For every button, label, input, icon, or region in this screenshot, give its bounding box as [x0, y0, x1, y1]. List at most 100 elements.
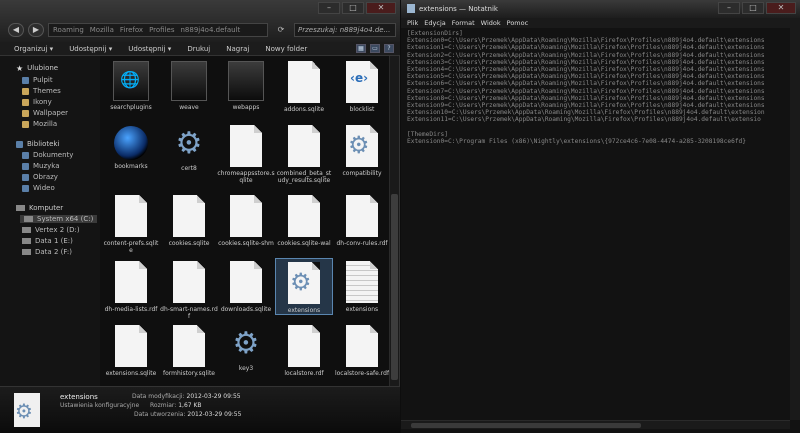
maximize-button[interactable]: □ — [342, 2, 364, 14]
file-item[interactable]: blocklist — [333, 58, 389, 113]
menu-widok[interactable]: Widok — [481, 18, 501, 28]
file-item[interactable]: content-prefs.sqlite — [102, 192, 160, 254]
breadcrumb-roaming[interactable]: Roaming — [53, 24, 84, 36]
file-item[interactable]: extensions — [275, 258, 333, 315]
file-icon — [230, 195, 262, 237]
share-button[interactable]: Udostępnij ▾ — [128, 45, 171, 53]
menu-plik[interactable]: Plik — [407, 18, 418, 28]
minimize-button[interactable]: – — [318, 2, 340, 14]
sidebar-item-drive-d[interactable]: Vertex 2 (D:) — [22, 226, 80, 234]
file-item[interactable]: bookmarks — [102, 122, 160, 170]
menu-format[interactable]: Format — [452, 18, 475, 28]
file-item[interactable]: localstore.rdf — [275, 322, 333, 377]
sidebar-item-themes[interactable]: Themes — [22, 87, 61, 95]
breadcrumb-mozilla[interactable]: Mozilla — [90, 24, 114, 36]
breadcrumb-profile[interactable]: n889j4o4.default — [180, 24, 240, 36]
file-label: dh-conv-rules.rdf — [336, 240, 388, 247]
file-item[interactable]: webapps — [217, 58, 275, 111]
sidebar-item-drive-f[interactable]: Data 2 (F:) — [22, 248, 72, 256]
file-icon — [173, 261, 205, 303]
close-button[interactable]: ✕ — [766, 2, 796, 14]
view-options-icon[interactable]: ▦ — [356, 44, 366, 53]
sidebar-libraries[interactable]: Biblioteki — [16, 140, 59, 148]
file-list-scrollbar[interactable] — [389, 56, 399, 386]
notepad-text-area[interactable]: [ExtensionDirs] Extension0=C:\Users\Prze… — [407, 30, 789, 418]
file-item[interactable]: localstore-safe.rdf — [333, 322, 389, 377]
file-item[interactable]: ⚙ key3 — [217, 322, 275, 372]
sidebar-item-muzyka[interactable]: Muzyka — [22, 162, 60, 170]
file-item[interactable]: downloads.sqlite — [217, 258, 275, 313]
help-icon[interactable]: ? — [384, 44, 394, 53]
sidebar-item-wideo[interactable]: Wideo — [22, 184, 55, 192]
file-item[interactable]: dh-conv-rules.rdf — [333, 192, 389, 247]
sidebar-item-mozilla[interactable]: Mozilla — [22, 120, 57, 128]
file-icon — [288, 61, 320, 103]
file-label: key3 — [238, 365, 254, 372]
sidebar-favorites[interactable]: ★ Ulubione — [16, 64, 58, 72]
sidebar-computer[interactable]: Komputer — [16, 204, 63, 212]
sidebar-item-drive-e[interactable]: Data 1 (E:) — [22, 237, 73, 245]
file-item[interactable]: combined_beta_study_results.sqlite — [275, 122, 333, 184]
file-icon — [115, 195, 147, 237]
sidebar-item-wallpaper[interactable]: Wallpaper — [22, 109, 68, 117]
file-item[interactable]: cookies.sqlite-wal — [275, 192, 333, 247]
file-item[interactable]: extensions — [333, 258, 389, 313]
sidebar-item-ikony[interactable]: Ikony — [22, 98, 52, 106]
organize-button[interactable]: Organizuj ▾ — [14, 45, 53, 53]
file-item[interactable]: ⚙ cert8 — [160, 122, 218, 172]
sidebar-item-pulpit[interactable]: Pulpit — [22, 76, 53, 84]
file-item[interactable]: extensions.sqlite — [102, 322, 160, 377]
burn-button[interactable]: Nagraj — [226, 45, 249, 53]
back-arrow-icon[interactable]: ◀ — [8, 23, 24, 37]
xml-file-icon — [346, 61, 378, 103]
sidebar-item-drive-c[interactable]: System x64 (C:) — [20, 215, 98, 223]
explorer-window: – □ ✕ ◀ ▶ Roaming Mozilla Firefox Profil… — [0, 0, 400, 433]
menu-edycja[interactable]: Edycja — [424, 18, 445, 28]
star-icon: ★ — [16, 63, 24, 73]
sidebar-item-dokumenty[interactable]: Dokumenty — [22, 151, 73, 159]
file-item[interactable]: chromeappsstore.sqlite — [217, 122, 275, 184]
notepad-horizontal-scrollbar[interactable] — [401, 420, 790, 429]
details-size: Rozmiar: 1,67 KB — [150, 402, 202, 409]
maximize-button[interactable]: □ — [742, 2, 764, 14]
pictures-icon — [22, 173, 29, 181]
folder-icon — [113, 61, 149, 101]
breadcrumb-firefox[interactable]: Firefox — [120, 24, 143, 36]
file-item[interactable]: cookies.sqlite — [160, 192, 218, 247]
file-item[interactable]: dh-media-lists.rdf — [102, 258, 160, 313]
file-item[interactable]: cookies.sqlite-shm — [217, 192, 275, 247]
minimize-button[interactable]: – — [718, 2, 740, 14]
open-with-button[interactable]: Udostępnij ▾ — [69, 45, 112, 53]
print-button[interactable]: Drukuj — [187, 45, 210, 53]
close-button[interactable]: ✕ — [366, 2, 396, 14]
file-item[interactable]: formhistory.sqlite — [160, 322, 218, 377]
preview-pane-icon[interactable]: ▭ — [370, 44, 380, 53]
file-item[interactable]: weave — [160, 58, 218, 111]
file-item[interactable]: searchplugins — [102, 58, 160, 111]
breadcrumb-profiles[interactable]: Profiles — [149, 24, 174, 36]
search-input[interactable]: Przeszukaj: n889j4o4.de... — [294, 23, 396, 37]
details-file-name: extensions — [60, 393, 98, 401]
menu-pomoc[interactable]: Pomoc — [507, 18, 529, 28]
file-item[interactable]: compatibility — [333, 122, 389, 177]
new-folder-button[interactable]: Nowy folder — [265, 45, 307, 53]
folder-icon — [22, 98, 29, 106]
scrollbar-thumb[interactable] — [391, 194, 398, 380]
command-toolbar: Organizuj ▾ Udostępnij ▾ Udostępnij ▾ Dr… — [0, 42, 400, 56]
file-item[interactable]: dh-smart-names.rdf — [160, 258, 218, 320]
notepad-vertical-scrollbar[interactable] — [790, 28, 800, 420]
scrollbar-thumb[interactable] — [411, 423, 641, 428]
file-label: downloads.sqlite — [220, 306, 272, 313]
drive-icon — [22, 238, 31, 244]
sidebar-item-obrazy[interactable]: Obrazy — [22, 173, 58, 181]
forward-arrow-icon[interactable]: ▶ — [28, 23, 44, 37]
file-label: combined_beta_study_results.sqlite — [276, 170, 332, 184]
address-bar[interactable]: Roaming Mozilla Firefox Profiles n889j4o… — [48, 23, 268, 37]
refresh-icon[interactable]: ⟳ — [272, 23, 290, 37]
file-label: dh-media-lists.rdf — [104, 306, 158, 313]
globe-icon — [114, 126, 148, 160]
desktop: – □ ✕ ◀ ▶ Roaming Mozilla Firefox Profil… — [0, 0, 800, 433]
gear-icon: ⚙ — [232, 326, 260, 361]
file-item[interactable]: addons.sqlite — [275, 58, 333, 113]
file-label: dh-smart-names.rdf — [160, 306, 218, 320]
